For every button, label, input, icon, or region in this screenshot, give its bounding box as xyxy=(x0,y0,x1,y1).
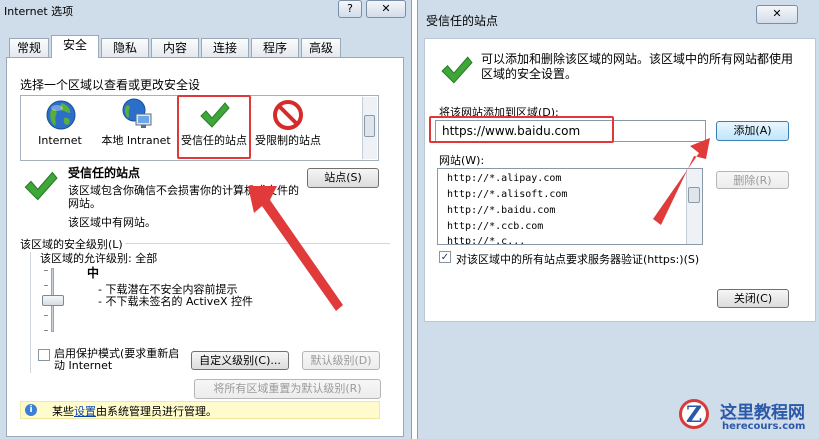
tab-programs[interactable]: 程序 xyxy=(251,38,299,57)
tab-general[interactable]: 常规 xyxy=(9,38,49,57)
watermark-text: 这里教程网 xyxy=(720,403,805,423)
watermark-logo-letter: Z xyxy=(686,402,703,428)
zone-restricted-sites-label: 受限制的站点 xyxy=(255,134,321,147)
trusted-zone-check-icon xyxy=(24,171,58,201)
sites-scrollbar[interactable] xyxy=(686,169,702,244)
tab-security[interactable]: 安全 xyxy=(51,35,99,58)
list-item[interactable]: http://*.alipay.com xyxy=(447,173,561,184)
selected-zone-highlight xyxy=(177,95,251,159)
info-prefix: 某些 xyxy=(52,405,74,418)
slider-tick xyxy=(44,315,48,316)
list-item[interactable]: http://*.c... xyxy=(447,236,525,244)
help-button[interactable]: ? xyxy=(338,0,362,18)
slider-tick xyxy=(44,285,48,286)
slider-tick xyxy=(44,270,48,271)
slider-thumb[interactable] xyxy=(42,295,64,306)
dialog-close-button[interactable]: ✕ xyxy=(756,5,798,24)
zone-internet-label: Internet xyxy=(38,134,82,147)
protected-mode-checkbox[interactable] xyxy=(38,349,50,361)
sites-list-label: 网站(W): xyxy=(439,154,485,167)
close-button[interactable]: ✕ xyxy=(366,0,406,18)
dialog-title: 受信任的站点 xyxy=(426,14,499,28)
list-item[interactable]: http://*.ccb.com xyxy=(447,221,543,232)
custom-level-button[interactable]: 自定义级别(C)... xyxy=(191,351,289,370)
watermark-url: herecours.com xyxy=(722,421,806,432)
zone-restricted-sites[interactable]: 受限制的站点 xyxy=(252,97,324,159)
zone-site-status: 该区域中有网站。 xyxy=(68,216,156,229)
tab-advanced[interactable]: 高级 xyxy=(301,38,341,57)
list-item[interactable]: http://*.baidu.com xyxy=(447,205,555,216)
require-https-label: 对该区域中的所有站点要求服务器验证(https:)(S) xyxy=(456,253,700,266)
zone-internet[interactable]: Internet xyxy=(24,97,96,159)
settings-link[interactable]: 设置 xyxy=(74,405,96,418)
zone-list-scroll-thumb[interactable] xyxy=(364,115,375,137)
add-button[interactable]: 添加(A) xyxy=(716,121,789,141)
list-item[interactable]: http://*.alisoft.com xyxy=(447,189,567,200)
info-text: 某些设置由系统管理员进行管理。 xyxy=(52,403,217,419)
zone-prompt: 选择一个区域以查看或更改安全设 xyxy=(20,78,201,92)
zone-description: 该区域包含你确信不会损害你的计算机或文件的网站。 xyxy=(68,184,299,210)
protected-mode-label: 启用保护模式(要求重新启动 Internet xyxy=(54,347,180,372)
local-intranet-icon xyxy=(122,98,152,128)
default-level-button[interactable]: 默认级别(D) xyxy=(302,351,380,370)
level-bullet: - 不下载未签名的 ActiveX 控件 xyxy=(98,295,254,308)
tab-connections[interactable]: 连接 xyxy=(201,38,249,57)
no-entry-icon xyxy=(273,100,303,130)
globe-icon xyxy=(46,100,76,130)
tab-content[interactable]: 内容 xyxy=(151,38,199,57)
tab-privacy[interactable]: 隐私 xyxy=(101,38,149,57)
require-https-checkbox[interactable]: ✓ xyxy=(439,251,451,263)
zone-title: 受信任的站点 xyxy=(68,166,141,180)
close-dialog-button[interactable]: 关闭(C) xyxy=(717,289,789,308)
info-suffix: 由系统管理员进行管理。 xyxy=(96,405,217,418)
trusted-check-icon xyxy=(441,56,473,84)
window-title: Internet 选项 xyxy=(4,5,74,18)
zone-local-intranet[interactable]: 本地 Intranet xyxy=(100,97,172,159)
dialog-description: 可以添加和删除该区域的网站。该区域中的所有网站都使用区域的安全设置。 xyxy=(481,52,794,81)
slider-tick xyxy=(44,330,48,331)
url-highlight xyxy=(429,116,614,143)
level-name: 中 xyxy=(87,266,100,280)
sites-scroll-thumb[interactable] xyxy=(688,187,700,203)
zone-local-intranet-label: 本地 Intranet xyxy=(101,134,171,147)
sites-button[interactable]: 站点(S) xyxy=(307,168,379,188)
info-icon: i xyxy=(25,404,37,416)
remove-button[interactable]: 删除(R) xyxy=(716,171,789,189)
reset-all-zones-button[interactable]: 将所有区域重置为默认级别(R) xyxy=(194,379,381,399)
